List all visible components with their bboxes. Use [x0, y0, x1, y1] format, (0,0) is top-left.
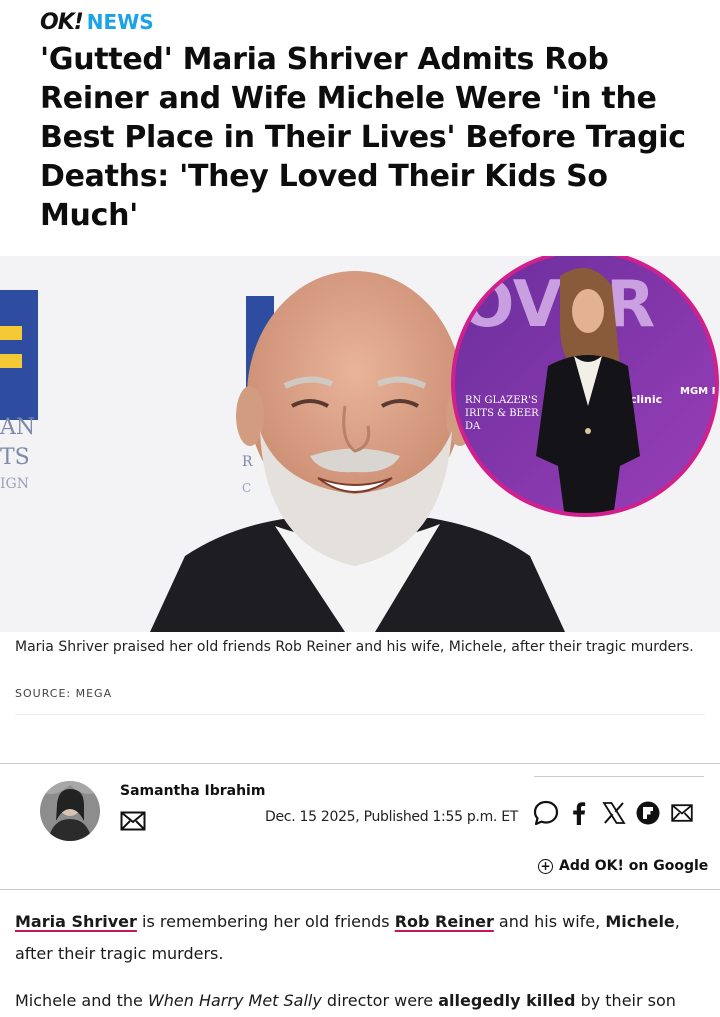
divider	[534, 776, 704, 777]
paragraph-bold: Michele	[605, 912, 675, 931]
inset-text: clinic	[630, 393, 662, 406]
add-ok-on-google-button[interactable]: + Add OK! on Google	[538, 858, 708, 874]
svg-text:C: C	[242, 481, 251, 495]
paragraph-text: and his wife,	[493, 912, 606, 931]
backdrop-text: IGN	[0, 476, 29, 492]
divider	[0, 763, 720, 764]
paragraph-text: by their son	[575, 991, 676, 1010]
plus-icon: +	[538, 858, 553, 874]
inset-text: IRITS & BEER	[465, 408, 539, 419]
envelope-icon[interactable]	[120, 811, 146, 835]
divider	[0, 889, 720, 890]
publish-date: Dec. 15 2025, Published 1:55 p.m. ET	[265, 809, 518, 825]
paragraph-text: Michele and the	[15, 991, 148, 1010]
backdrop-text: AN	[0, 415, 35, 440]
hero-caption: Maria Shriver praised her old friends Ro…	[15, 639, 694, 655]
paragraph-bold: allegedly killed	[438, 991, 576, 1010]
article-paragraph: Michele and the When Harry Met Sally dir…	[15, 985, 705, 1017]
x-icon[interactable]	[600, 800, 628, 826]
paragraph-text: is remembering her old friends	[136, 912, 395, 931]
ok-logo: OK!	[40, 9, 84, 35]
comment-icon[interactable]	[533, 800, 559, 826]
inset-text: MGM RE	[680, 386, 720, 397]
svg-text:R: R	[242, 454, 253, 470]
site-logo[interactable]: OK! NEWS	[40, 9, 154, 35]
author-avatar[interactable]	[40, 781, 100, 841]
paragraph-italic: When Harry Met Sally	[147, 991, 322, 1010]
backdrop-text: TS	[0, 445, 30, 470]
rob-reiner-link[interactable]: Rob Reiner	[395, 912, 494, 931]
inset-text: RN GLAZER'S	[465, 395, 538, 406]
hero-source: SOURCE: MEGA	[15, 687, 113, 700]
author-name[interactable]: Samantha Ibrahim	[120, 783, 265, 799]
mail-icon[interactable]	[670, 800, 694, 826]
inset-text: DA	[465, 421, 481, 432]
article-headline: 'Gutted' Maria Shriver Admits Rob Reiner…	[40, 42, 686, 233]
paragraph-text: director were	[321, 991, 439, 1010]
hero-image: AN TS IGN R C OVER RN GLAZER'S IRITS & B…	[0, 256, 720, 632]
maria-shriver-link[interactable]: Maria Shriver	[15, 912, 137, 931]
flipboard-icon[interactable]	[635, 800, 661, 826]
divider	[15, 714, 705, 715]
google-cta-label: Add OK! on Google	[559, 858, 709, 874]
article-paragraph: Maria Shriver is remembering her old fri…	[15, 906, 705, 970]
news-section-label: NEWS	[86, 10, 154, 34]
facebook-icon[interactable]	[568, 800, 590, 826]
